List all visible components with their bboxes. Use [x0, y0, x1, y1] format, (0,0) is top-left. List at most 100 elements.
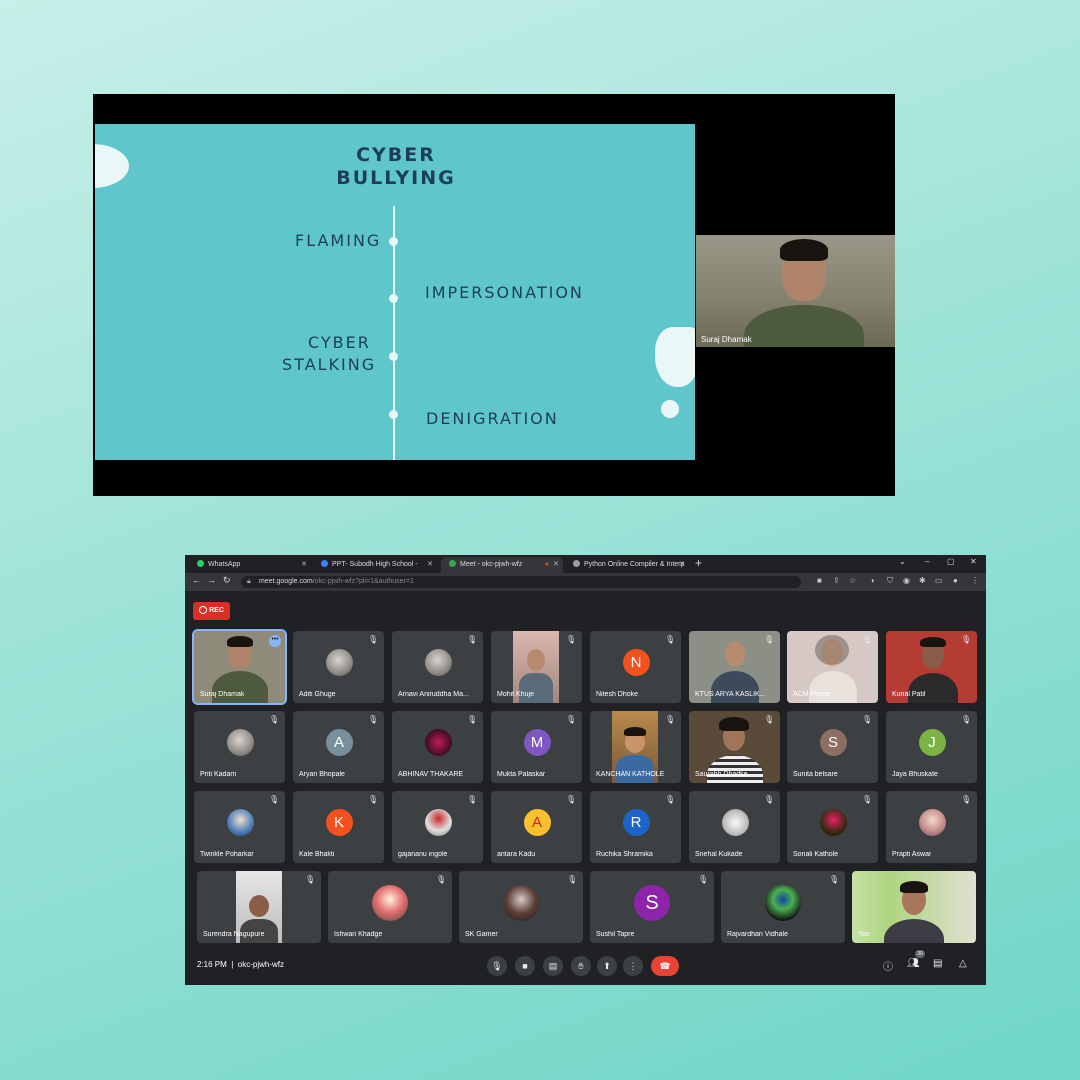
presenter-hair	[780, 239, 828, 261]
close-icon[interactable]: ✕	[679, 557, 685, 573]
reload-icon[interactable]: ↻	[223, 575, 231, 586]
tab-python[interactable]: Python Online Compiler & Interp ✕	[565, 557, 689, 573]
extension-icon[interactable]: ◐	[871, 576, 876, 585]
avatar: A	[523, 809, 551, 836]
participant-tile[interactable]: 🎙︎ ABHINAV THAKARE	[392, 711, 483, 783]
mic-off-icon: 🎙︎	[567, 875, 578, 884]
participant-tile[interactable]: 🎙︎ S Sushil Tapre	[590, 871, 714, 943]
participant-tile[interactable]: 🎙︎ J Jaya Bhuskate	[886, 711, 977, 783]
puzzle-icon[interactable]: ✱	[919, 576, 926, 585]
mic-off-icon: 🎙︎	[368, 635, 379, 644]
more-options-button[interactable]: ⋮	[623, 956, 643, 976]
lock-icon: 🔒︎	[247, 578, 251, 585]
participant-tile[interactable]: 🎙︎ Mohit Khuje	[491, 631, 582, 703]
participant-tile[interactable]: 🎙︎ R Ruchika Shramika	[590, 791, 681, 863]
participant-tile[interactable]: ••• Suraj Dhamak	[192, 629, 287, 705]
close-icon[interactable]: ✕	[553, 557, 559, 573]
address-bar[interactable]: 🔒︎ meet.google.com/okc-pjwh-wfz?pli=1&aut…	[241, 576, 801, 588]
close-icon[interactable]: ✕	[301, 557, 307, 573]
participant-tile[interactable]: 🎙︎ Ishwari Khadge	[328, 871, 452, 943]
participant-tile[interactable]: 🎙︎ KTUS ARYA KASLIK...	[689, 631, 780, 703]
participant-tile[interactable]: 🎙︎ Aditi Ghuge	[293, 631, 384, 703]
avatar: K	[325, 809, 353, 836]
more-options-icon[interactable]: •••	[269, 635, 281, 647]
cast-icon[interactable]: ▭	[935, 576, 943, 585]
mic-off-icon: 🎙︎	[665, 715, 676, 724]
slide-term: IMPERSONATION	[425, 283, 584, 302]
close-icon[interactable]: ✕	[427, 557, 433, 573]
participant-tile[interactable]: 🎙︎ Snehal Kukade	[689, 791, 780, 863]
present-button[interactable]: ⬆	[597, 956, 617, 976]
participant-name: Nitesh Dhoke	[596, 691, 639, 698]
participant-name: ACM Pocoe	[793, 691, 831, 698]
avatar	[424, 809, 452, 836]
participant-tile[interactable]: 🎙︎ Arnavi Aniruddha Ma...	[392, 631, 483, 703]
participant-tile[interactable]: 🎙︎ ACM Pocoe	[787, 631, 878, 703]
info-icon[interactable]: ⓘ	[883, 958, 893, 973]
slide-term: FLAMING	[295, 231, 382, 250]
participant-tile[interactable]: 🎙︎ K Kale Bhakti	[293, 791, 384, 863]
participant-tile[interactable]: 🎙︎ Twinkle Poharkar	[194, 791, 285, 863]
participant-tile[interactable]: 🎙︎ M Mukta Palaskar	[491, 711, 582, 783]
mic-off-icon: 🎙︎	[698, 875, 709, 884]
tab-bar: WhatsApp✕ PPT- Subodh High School - Pres…	[185, 555, 986, 584]
activities-icon[interactable]: △	[959, 958, 967, 969]
participant-tile[interactable]: 🎙︎ A Aryan Bhopale	[293, 711, 384, 783]
participant-tile[interactable]: 🎙︎ Priti Kadam	[194, 711, 285, 783]
mic-off-icon: 🎙︎	[467, 795, 478, 804]
avatar: M	[523, 729, 551, 756]
whatsapp-icon	[197, 560, 204, 567]
extension-icon[interactable]: ◉	[903, 576, 910, 585]
mic-off-icon: 🎙︎	[368, 715, 379, 724]
participant-tile[interactable]: 🎙︎ SK Gamer	[459, 871, 583, 943]
participant-name: You	[858, 931, 870, 938]
avatar[interactable]: ●	[953, 576, 958, 585]
raise-hand-button[interactable]: ✋︎	[571, 956, 591, 976]
participant-tile[interactable]: 🎙︎ gajananu ingole	[392, 791, 483, 863]
camera-button[interactable]: ■	[515, 956, 535, 976]
participant-tile[interactable]: 🎙︎ N Nitesh Dhoke	[590, 631, 681, 703]
captions-button[interactable]: ▤	[543, 956, 563, 976]
camera-icon[interactable]: ■	[817, 576, 822, 585]
back-icon[interactable]: ←	[192, 575, 201, 585]
record-icon	[199, 606, 208, 614]
participant-name: Prapti Aswar	[892, 851, 932, 858]
address-bar-row: ← → ↻ 🔒︎ meet.google.com/okc-pjwh-wfz?pli…	[185, 573, 986, 591]
people-icon[interactable]: 👥︎	[907, 958, 920, 969]
participant-tile[interactable]: 🎙︎ A antara Kadu	[491, 791, 582, 863]
avatar	[226, 729, 254, 756]
minimize-icon[interactable]: –	[925, 557, 929, 566]
participant-name: Jaya Bhuskate	[892, 771, 938, 778]
tab-ppt[interactable]: PPT- Subodh High School - Prese✕	[313, 557, 437, 584]
mic-off-icon: 🎙︎	[862, 715, 873, 724]
tab-meet[interactable]: Meet - okc-pjwh-wfz ● ✕	[441, 557, 563, 573]
chat-icon[interactable]: ▤	[933, 958, 942, 969]
shield-icon[interactable]: ⛉	[887, 576, 893, 586]
presenter-body	[744, 305, 864, 347]
mic-button[interactable]: 🎙︎	[487, 956, 507, 976]
participant-tile[interactable]: 🎙︎ Prapti Aswar	[886, 791, 977, 863]
participant-tile[interactable]: 🎙︎ Rajvardhan Vidhale	[721, 871, 845, 943]
participant-tile-self[interactable]: You	[852, 871, 976, 943]
participant-tile[interactable]: 🎙︎ Surendra Nagupure	[197, 871, 321, 943]
mic-off-icon: 🎙︎	[305, 875, 316, 884]
close-window-icon[interactable]: ✕	[970, 557, 977, 566]
tab-whatsapp[interactable]: WhatsApp ✕	[189, 557, 311, 573]
participant-name: Surendra Nagupure	[203, 931, 265, 938]
share-icon[interactable]: ⇪	[833, 576, 840, 585]
new-tab-icon[interactable]: +	[695, 556, 702, 570]
participant-tile[interactable]: 🎙︎ Kunal Patil	[886, 631, 977, 703]
timeline-dot	[389, 410, 398, 419]
participant-tile[interactable]: 🎙︎ S Sunita belsare	[787, 711, 878, 783]
maximize-icon[interactable]: ▢	[947, 557, 955, 566]
timeline-dot	[389, 294, 398, 303]
star-icon[interactable]: ☆	[849, 576, 856, 585]
mic-off-icon: 🎙︎	[269, 715, 280, 724]
participant-tile[interactable]: 🎙︎ KANCHAN KATHOLE	[590, 711, 681, 783]
participant-tile[interactable]: 🎙︎ Saurabh Dhadke	[689, 711, 780, 783]
more-vert-icon[interactable]: ⋮	[971, 576, 979, 585]
end-call-button[interactable]: ☎︎	[651, 956, 679, 976]
forward-icon[interactable]: →	[207, 575, 216, 585]
chevron-down-icon[interactable]: ⌄	[899, 557, 906, 566]
participant-tile[interactable]: 🎙︎ Sonali Kathole	[787, 791, 878, 863]
